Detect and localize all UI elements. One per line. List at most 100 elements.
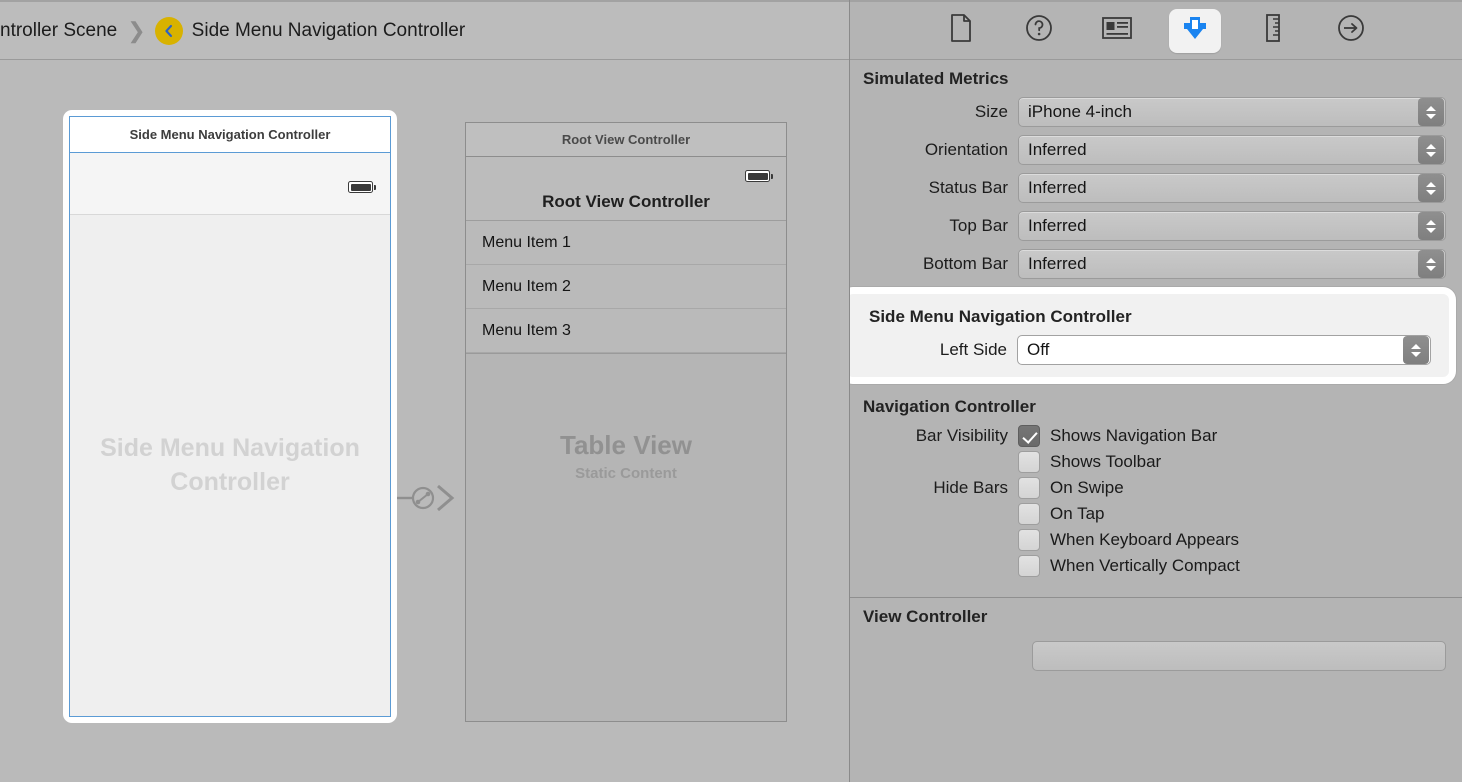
storyboard-canvas-pane: ntroller Scene ❯ Side Menu Navigation Co… (0, 0, 850, 782)
label-on-tap: On Tap (1050, 504, 1105, 523)
checkbox-when-keyboard-appears[interactable] (1018, 529, 1040, 551)
view-controller-badge-icon (154, 16, 183, 45)
scene-left-status-area (70, 153, 390, 215)
stepper-icon[interactable] (1418, 250, 1444, 278)
attributes-icon (1180, 14, 1210, 47)
breadcrumb-separator-icon: ❯ (127, 17, 146, 43)
popup-left-side-value: Off (1027, 340, 1050, 359)
label-shows-navigation-bar: Shows Navigation Bar (1050, 426, 1218, 445)
attributes-inspector-panel: Simulated Metrics Size iPhone 4-inch Ori… (850, 0, 1462, 782)
label-bar-visibility: Bar Visibility (915, 426, 1008, 445)
scene-root-view-controller[interactable]: Root View Controller Root View Controlle… (465, 122, 787, 722)
stepper-icon[interactable] (1418, 136, 1444, 164)
breadcrumb-current-scene[interactable]: Side Menu Navigation Controller (192, 20, 466, 42)
simulated-navigation-bar: Root View Controller (466, 157, 786, 221)
breadcrumb-parent-scene[interactable]: ntroller Scene (0, 20, 117, 42)
row-hide-bars: Hide Bars On Swipe (850, 477, 1462, 499)
popup-orientation-value: Inferred (1028, 140, 1087, 159)
label-when-vertically-compact: When Vertically Compact (1050, 556, 1240, 575)
question-circle-icon (1025, 14, 1053, 47)
battery-icon (745, 170, 773, 182)
section-header-view-controller: View Controller (863, 607, 988, 626)
section-side-menu-navigation-controller: Side Menu Navigation Controller Left Sid… (850, 287, 1456, 384)
label-when-keyboard-appears: When Keyboard Appears (1050, 530, 1240, 549)
navigation-bar-title: Root View Controller (542, 192, 710, 211)
row-orientation: Orientation Inferred (850, 135, 1462, 165)
label-shows-toolbar: Shows Toolbar (1050, 452, 1162, 471)
popup-left-side[interactable]: Off (1017, 335, 1431, 365)
label-size: Size (974, 102, 1008, 121)
stepper-icon[interactable] (1403, 336, 1429, 364)
row-top-bar: Top Bar Inferred (850, 211, 1462, 241)
relationship-segue-icon[interactable] (397, 480, 465, 516)
stepper-icon[interactable] (1418, 98, 1444, 126)
row-bottom-bar: Bottom Bar Inferred (850, 249, 1462, 279)
popup-size-value: iPhone 4-inch (1028, 102, 1132, 121)
inspector-content: Simulated Metrics Size iPhone 4-inch Ori… (850, 60, 1462, 782)
label-left-side: Left Side (939, 340, 1007, 359)
tab-connections-inspector[interactable] (1325, 9, 1377, 53)
label-hide-bars: Hide Bars (933, 478, 1008, 497)
checkbox-shows-toolbar[interactable] (1018, 451, 1040, 473)
table-view-placeholder[interactable]: Table View Static Content (466, 353, 786, 721)
list-item[interactable]: Menu Item 1 (466, 221, 786, 265)
breadcrumb: ntroller Scene ❯ Side Menu Navigation Co… (0, 0, 849, 60)
checkbox-on-swipe[interactable] (1018, 477, 1040, 499)
canvas-surface[interactable]: Side Menu Navigation Controller Side Men… (0, 60, 849, 782)
row-status-bar: Status Bar Inferred (850, 173, 1462, 203)
row-shows-toolbar: Shows Toolbar (850, 451, 1462, 473)
label-on-swipe: On Swipe (1050, 478, 1124, 497)
scene-left-placeholder-label: Side Menu Navigation Controller (100, 433, 360, 496)
tab-attributes-inspector[interactable] (1169, 8, 1221, 53)
section-header-simulated-metrics: Simulated Metrics (863, 69, 1009, 88)
view-controller-first-field[interactable] (1032, 641, 1446, 671)
section-header-side-menu-navigation-controller: Side Menu Navigation Controller (869, 307, 1132, 326)
scene-right-title: Root View Controller (466, 123, 786, 157)
row-size: Size iPhone 4-inch (850, 97, 1462, 127)
label-bottom-bar: Bottom Bar (922, 254, 1008, 273)
popup-bottom-bar-value: Inferred (1028, 254, 1087, 273)
label-status-bar: Status Bar (928, 178, 1008, 197)
static-table-cells: Menu Item 1 Menu Item 2 Menu Item 3 (466, 221, 786, 353)
tab-size-inspector[interactable] (1247, 9, 1299, 53)
table-view-title: Table View (560, 430, 692, 460)
checkbox-on-tap[interactable] (1018, 503, 1040, 525)
list-item[interactable]: Menu Item 3 (466, 309, 786, 353)
label-orientation: Orientation (924, 140, 1008, 159)
row-bar-visibility: Bar Visibility Shows Navigation Bar (850, 425, 1462, 447)
section-header-navigation-controller: Navigation Controller (863, 397, 1036, 416)
list-item[interactable]: Menu Item 2 (466, 265, 786, 309)
popup-orientation[interactable]: Inferred (1018, 135, 1446, 165)
tab-quick-help-inspector[interactable] (1013, 9, 1065, 53)
inspector-tab-bar (850, 0, 1462, 60)
scene-side-menu-navigation-controller[interactable]: Side Menu Navigation Controller Side Men… (63, 110, 397, 723)
arrow-circle-icon (1337, 14, 1365, 47)
tab-identity-inspector[interactable] (1091, 9, 1143, 53)
row-on-tap: On Tap (850, 503, 1462, 525)
stepper-icon[interactable] (1418, 174, 1444, 202)
popup-status-bar-value: Inferred (1028, 178, 1087, 197)
identity-card-icon (1102, 16, 1132, 45)
checkbox-when-vertically-compact[interactable] (1018, 555, 1040, 577)
xcode-interface-builder: ntroller Scene ❯ Side Menu Navigation Co… (0, 0, 1462, 782)
popup-status-bar[interactable]: Inferred (1018, 173, 1446, 203)
scene-left-inner: Side Menu Navigation Controller Side Men… (69, 116, 391, 717)
row-left-side: Left Side Off (850, 335, 1449, 365)
popup-size[interactable]: iPhone 4-inch (1018, 97, 1446, 127)
tab-file-inspector[interactable] (935, 9, 987, 53)
battery-icon (348, 181, 376, 193)
label-top-bar: Top Bar (949, 216, 1008, 235)
scene-left-title: Side Menu Navigation Controller (70, 117, 390, 153)
row-when-keyboard-appears: When Keyboard Appears (850, 529, 1462, 551)
ruler-icon (1264, 14, 1282, 47)
document-icon (949, 14, 973, 47)
stepper-icon[interactable] (1418, 212, 1444, 240)
table-view-subtitle: Static Content (575, 465, 677, 482)
row-when-vertically-compact: When Vertically Compact (850, 555, 1462, 577)
popup-top-bar-value: Inferred (1028, 216, 1087, 235)
checkbox-shows-navigation-bar[interactable] (1018, 425, 1040, 447)
popup-bottom-bar[interactable]: Inferred (1018, 249, 1446, 279)
popup-top-bar[interactable]: Inferred (1018, 211, 1446, 241)
scene-left-body: Side Menu Navigation Controller (70, 215, 390, 716)
